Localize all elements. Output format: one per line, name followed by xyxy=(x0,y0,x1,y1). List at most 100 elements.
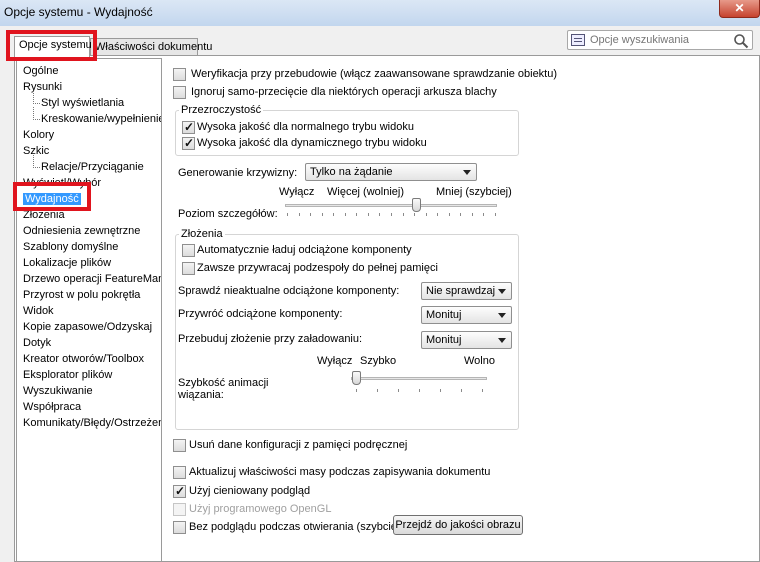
tree-item-touch[interactable]: Dotyk xyxy=(23,337,51,349)
purge-cache-label: Usuń dane konfiguracji z pamięci podręcz… xyxy=(189,439,408,451)
tree-item-search[interactable]: Wyszukiwanie xyxy=(23,385,93,397)
purge-cache-checkbox[interactable] xyxy=(173,439,186,452)
verify-rebuild-checkbox[interactable] xyxy=(173,68,186,81)
tree-item-file-locations[interactable]: Lokalizacje plików xyxy=(23,257,111,269)
check-outdated-select[interactable]: Nie sprawdzaj xyxy=(421,282,512,300)
check-outdated-label: Sprawdź nieaktualne odciążone komponenty… xyxy=(178,285,400,297)
shaded-preview-checkbox[interactable] xyxy=(173,484,186,498)
detail-slider-thumb[interactable] xyxy=(412,198,421,212)
slider-tick xyxy=(299,213,300,216)
tree-item-colors[interactable]: Kolory xyxy=(23,129,54,141)
anim-slider-thumb[interactable] xyxy=(352,371,361,385)
tree-item-backup-recover[interactable]: Kopie zapasowe/Odzyskaj xyxy=(23,321,152,333)
tab-system-options[interactable]: Opcje systemu xyxy=(14,36,92,57)
tree-item-collaboration[interactable]: Współpraca xyxy=(23,401,81,413)
auto-load-lightweight-checkbox[interactable] xyxy=(182,244,195,257)
detail-slider-track[interactable] xyxy=(285,204,497,207)
image-quality-button[interactable]: Przejdź do jakości obrazu xyxy=(393,515,523,535)
transparency-group xyxy=(175,110,519,156)
auto-load-lightweight-label: Automatycznie ładuj odciążone komponenty xyxy=(197,244,412,256)
resolve-lightweight-value: Monituj xyxy=(426,309,462,321)
shaded-preview-label: Użyj cieniowany podgląd xyxy=(189,485,311,497)
slider-tick xyxy=(419,389,420,392)
tree-item-view[interactable]: Widok xyxy=(23,305,54,317)
slider-tick xyxy=(483,213,484,216)
assemblies-group-label: Złożenia xyxy=(179,228,225,240)
slider-tick xyxy=(414,213,415,216)
tree-item-featuremanager[interactable]: Drzewo operacji FeatureManager xyxy=(23,273,161,285)
tree-item-general[interactable]: Ogólne xyxy=(23,65,58,77)
tree-item-drawings[interactable]: Rysunki xyxy=(23,81,62,93)
tree-item-hole-wizard-toolbox[interactable]: Kreator otworów/Toolbox xyxy=(23,353,144,365)
detail-level-label: Poziom szczegółów: xyxy=(178,208,278,220)
search-scope-icon xyxy=(571,34,585,46)
slider-tick xyxy=(472,213,473,216)
anim-slow-label: Wolno xyxy=(464,355,495,367)
options-tree: Ogólne Rysunki Styl wyświetlania Kreskow… xyxy=(16,58,162,562)
anim-off-label: Wyłącz xyxy=(317,355,353,367)
slider-tick xyxy=(391,213,392,216)
slider-tick xyxy=(368,213,369,216)
tree-item-display-selection[interactable]: Wyświetl/Wybór xyxy=(23,177,101,189)
resolve-lightweight-label: Przywróć odciążone komponenty: xyxy=(178,308,343,320)
curvature-select-value: Tylko na żądanie xyxy=(310,166,393,178)
hq-normal-checkbox[interactable] xyxy=(182,120,195,134)
tree-item-performance[interactable]: Wydajność xyxy=(23,193,81,205)
anim-slider-track[interactable] xyxy=(351,377,487,380)
search-input[interactable] xyxy=(588,33,728,47)
anim-speed-label-line1: Szybkość animacji xyxy=(178,377,269,389)
window-title: Opcje systemu - Wydajność xyxy=(4,5,153,19)
detail-less-label: Mniej (szybciej) xyxy=(436,186,512,198)
slider-tick xyxy=(426,213,427,216)
ignore-self-intersection-checkbox[interactable] xyxy=(173,86,186,99)
tab-document-properties[interactable]: Właściwości dokumentu xyxy=(90,38,212,56)
always-resolve-label: Zawsze przywracaj podzespoły do pełnej p… xyxy=(197,262,438,274)
update-mass-checkbox[interactable] xyxy=(173,466,186,479)
update-mass-label: Aktualizuj właściwości masy podczas zapi… xyxy=(189,466,491,478)
slider-tick xyxy=(449,213,450,216)
tree-item-relations-snaps[interactable]: Relacje/Przyciąganie xyxy=(33,155,144,173)
always-resolve-checkbox[interactable] xyxy=(182,262,195,275)
software-opengl-label: Użyj programowego OpenGL xyxy=(189,503,332,515)
tree-item-default-templates[interactable]: Szablony domyślne xyxy=(23,241,118,253)
software-opengl-checkbox[interactable] xyxy=(173,503,186,516)
slider-tick xyxy=(356,389,357,392)
tree-item-assemblies[interactable]: Złożenia xyxy=(23,209,65,221)
slider-tick xyxy=(440,389,441,392)
ignore-self-intersection-label: Ignoruj samo-przecięcie dla niektórych o… xyxy=(191,86,497,98)
curvature-select[interactable]: Tylko na żądanie xyxy=(305,163,477,181)
hq-normal-label: Wysoka jakość dla normalnego trybu widok… xyxy=(197,121,414,133)
anim-speed-label-line2: wiązania: xyxy=(178,389,224,401)
title-bar: Opcje systemu - Wydajność ✕ xyxy=(0,0,760,26)
no-preview-open-label: Bez podglądu podczas otwierania (szybcie… xyxy=(189,521,404,533)
slider-tick xyxy=(437,213,438,216)
rebuild-on-load-select[interactable]: Monituj xyxy=(421,331,512,349)
detail-more-label: Więcej (wolniej) xyxy=(327,186,405,198)
close-button[interactable]: ✕ xyxy=(719,0,760,18)
slider-tick xyxy=(377,389,378,392)
slider-tick xyxy=(322,213,323,216)
slider-tick xyxy=(356,213,357,216)
slider-tick xyxy=(460,213,461,216)
slider-tick xyxy=(482,389,483,392)
options-dialog: Opcje systemu Właściwości dokumentu Wery… xyxy=(0,26,760,562)
slider-tick xyxy=(345,213,346,216)
chevron-down-icon xyxy=(498,289,506,294)
slider-tick xyxy=(403,213,404,216)
slider-tick xyxy=(379,213,380,216)
slider-tick xyxy=(287,213,288,216)
verify-rebuild-label: Weryfikacja przy przebudowie (włącz zaaw… xyxy=(191,68,558,80)
tree-item-messages-errors-warnings[interactable]: Komunikaty/Błędy/Ostrzeżenia xyxy=(23,417,161,429)
tree-item-display-style[interactable]: Styl wyświetlania xyxy=(32,91,124,109)
curvature-label: Generowanie krzywizny: xyxy=(178,167,298,179)
tree-item-spin-box-increments[interactable]: Przyrost w polu pokrętła xyxy=(23,289,140,301)
slider-tick xyxy=(333,213,334,216)
tree-item-file-explorer[interactable]: Eksplorator plików xyxy=(23,369,112,381)
resolve-lightweight-select[interactable]: Monituj xyxy=(421,306,512,324)
search-icon[interactable] xyxy=(733,33,749,49)
no-preview-open-checkbox[interactable] xyxy=(173,521,186,534)
tree-item-hatch-fill[interactable]: Kreskowanie/wypełnienie xyxy=(33,107,161,125)
tree-item-external-references[interactable]: Odniesienia zewnętrzne xyxy=(23,225,140,237)
slider-tick xyxy=(310,213,311,216)
hq-dynamic-checkbox[interactable] xyxy=(182,136,195,150)
